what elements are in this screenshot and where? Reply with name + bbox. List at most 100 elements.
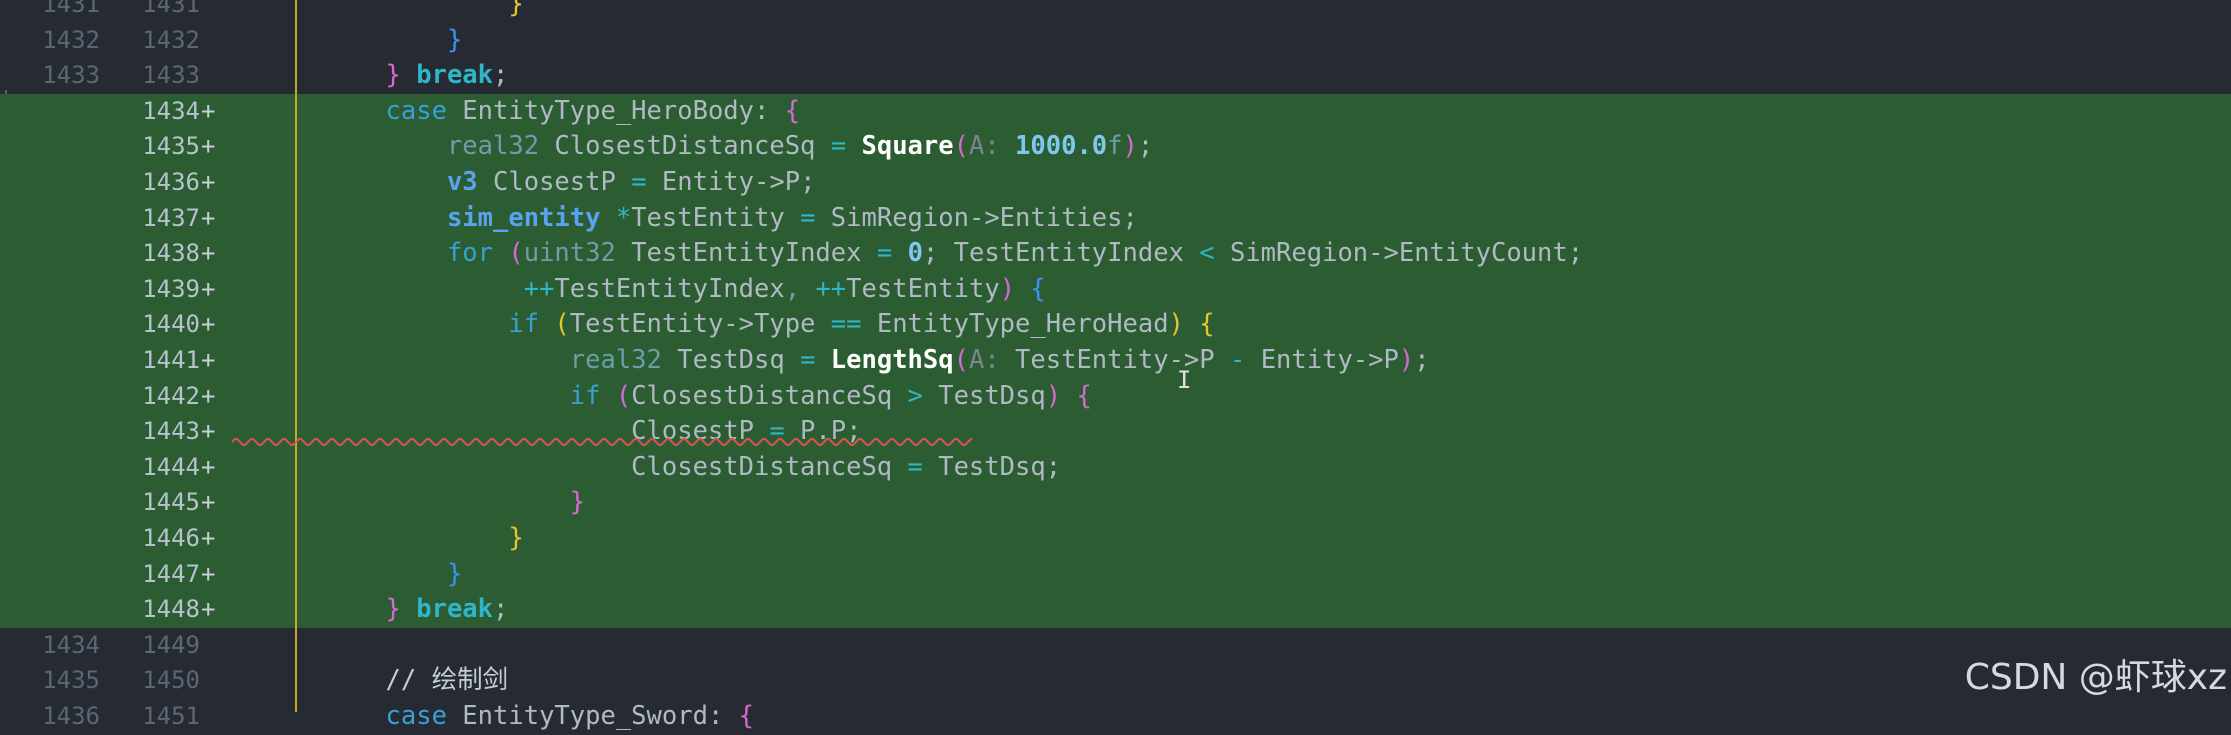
watermark: CSDN @虾球xz (1964, 657, 2227, 698)
added-line-marker: + (201, 168, 216, 196)
code-text: } (232, 0, 524, 23)
code-line[interactable]: 1434 + case EntityType_HeroBody: { (0, 93, 2231, 130)
code-line[interactable]: 1438 + for (uint32 TestEntityIndex = 0; T… (0, 236, 2231, 272)
code-line[interactable]: 1435 1450 // 绘制剑 (0, 663, 2231, 699)
old-line-number: 1436 (42, 702, 100, 730)
code-line[interactable]: 1441 + real32 TestDsq = LengthSq(A: TestE… (0, 343, 2231, 379)
code-token: sim_entity (446, 202, 601, 233)
code-token: Square (861, 131, 954, 162)
code-token: ; (1414, 345, 1430, 375)
code-line[interactable]: 1442 + if (ClosestDistanceSq > TestDsq) { (0, 378, 2231, 415)
code-line[interactable]: 1434 1449 (0, 628, 2231, 664)
code-token: break (416, 594, 494, 625)
code-token: - (1229, 345, 1246, 375)
code-token: EntityType_HeroBody (446, 95, 754, 126)
code-line[interactable]: 1447 + } (0, 556, 2231, 593)
new-line-number: 1433 (142, 61, 200, 90)
code-token: TestEntity->P (999, 345, 1230, 375)
code-token: case (385, 701, 447, 731)
code-line[interactable]: 1448 + } break; (0, 592, 2231, 628)
code-line[interactable]: 1446 + } (0, 521, 2231, 557)
added-line-marker: + (201, 488, 216, 517)
code-token: ; TestEntityIndex (922, 238, 1200, 269)
code-token: EntityType_HeroHead (861, 309, 1169, 340)
code-text: sim_entity *TestEntity = SimRegion->Enti… (232, 201, 1138, 237)
code-text: // 绘制剑 (232, 663, 509, 699)
code-token: > (907, 380, 923, 411)
code-line[interactable]: 1445 + } (0, 485, 2231, 521)
code-token: } (446, 24, 463, 55)
new-line-number: 1440 (142, 310, 200, 339)
new-line-number: 1436 (142, 168, 200, 196)
code-token: EntityType_Sword (446, 701, 708, 731)
code-line[interactable]: 1436 + v3 ClosestP = Entity->P; (0, 165, 2231, 201)
code-line[interactable]: 1432 1432 } (0, 23, 2231, 59)
code-text: } (232, 23, 462, 59)
code-token: TestEntity->Type (569, 309, 831, 340)
code-token: case (385, 95, 447, 126)
old-line-number: 1435 (42, 666, 100, 695)
code-text: if (ClosestDistanceSq > TestDsq) { (232, 379, 1092, 415)
code-text: ClosestDistanceSq = TestDsq; (232, 450, 1061, 486)
code-line[interactable]: 1444 + ClosestDistanceSq = TestDsq; (0, 449, 2231, 486)
code-token: { (1030, 273, 1046, 304)
code-token: } (508, 0, 524, 19)
code-line[interactable]: 1431 1431 } (0, 0, 2231, 23)
code-line[interactable]: 1433 1433 } break; (0, 58, 2231, 94)
added-line-marker: + (201, 96, 216, 125)
new-line-number: 1447 (142, 559, 200, 588)
code-token: } (569, 487, 586, 518)
old-line-number: 1434 (42, 630, 100, 659)
code-token: ) (1045, 380, 1062, 411)
text-cursor-icon: I (1177, 366, 1192, 394)
code-token: ) (1168, 309, 1184, 340)
old-line-number: 1433 (42, 61, 100, 90)
new-line-number: 1438 (142, 239, 200, 268)
code-token: : (754, 95, 770, 126)
code-token: TestDsq (922, 380, 1046, 411)
code-line[interactable]: 1435 + real32 ClosestDistanceSq = Square(… (0, 129, 2231, 165)
code-line[interactable]: 1436 1451 case EntityType_Sword: { (0, 699, 2231, 735)
added-line-marker: + (201, 595, 216, 624)
code-token: LengthSq (830, 345, 954, 375)
code-line[interactable]: 1439 + ++TestEntityIndex, ++TestEntity) { (0, 271, 2231, 308)
code-text: } break; (232, 592, 509, 628)
code-token: ; (493, 594, 509, 625)
code-token: real32 (446, 131, 540, 162)
added-line-marker: + (201, 310, 216, 339)
code-token: } (385, 594, 401, 625)
code-token: 1000.0 (1015, 131, 1108, 162)
indent-guide-active (295, 0, 297, 712)
added-line-marker: + (201, 524, 216, 552)
code-text: } (232, 557, 462, 593)
new-line-number: 1445 (142, 488, 200, 517)
new-line-number: 1437 (142, 203, 200, 232)
code-line[interactable]: 1440 + if (TestEntity->Type == EntityType… (0, 307, 2231, 343)
code-token: if (569, 380, 601, 411)
code-token: for (446, 238, 493, 269)
code-token: v3 (446, 167, 478, 197)
code-line[interactable]: 1437 + sim_entity *TestEntity = SimRegion… (0, 200, 2231, 237)
new-line-number: 1432 (142, 25, 200, 54)
code-editor[interactable]: ⚲ 14311431 }14321432 }14331433 } break;1… (0, 0, 2231, 731)
new-line-number: 1442 (142, 381, 200, 410)
added-line-marker: + (201, 203, 216, 232)
code-text: for (uint32 TestEntityIndex = 0; TestEnt… (232, 236, 1583, 272)
added-line-marker: + (201, 239, 216, 268)
code-text: } (232, 521, 523, 557)
code-token: ( (554, 309, 570, 340)
